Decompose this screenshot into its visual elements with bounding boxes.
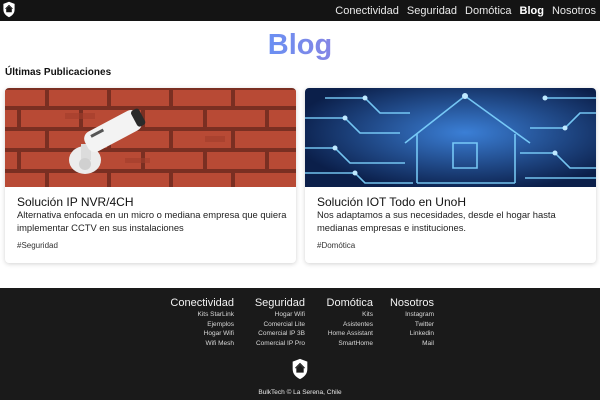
footer-link[interactable]: Ejemplos	[170, 320, 234, 330]
footer-heading: Domótica	[326, 297, 373, 309]
footer-column-nosotros: Nosotros Instagram Twitter Linkedin Mail	[390, 296, 434, 349]
footer-link[interactable]: Comercial IP 3B	[255, 329, 305, 339]
nav-conectividad[interactable]: Conectividad	[331, 5, 403, 17]
footer-column-conectividad: Conectividad Kits StarLink Ejemplos Hoga…	[170, 296, 234, 349]
footer-link[interactable]: Instagram	[390, 310, 434, 320]
footer-link[interactable]: Wifi Mesh	[170, 339, 234, 349]
footer-link[interactable]: Kits StarLink	[170, 310, 235, 320]
nav-seguridad[interactable]: Seguridad	[403, 5, 461, 17]
footer-link[interactable]: Hogar Wifi	[255, 310, 305, 320]
circuit-house-image	[305, 88, 596, 187]
shield-logo-icon[interactable]	[2, 1, 16, 18]
site-footer: Conectividad Kits StarLink Ejemplos Hoga…	[0, 288, 600, 400]
footer-link[interactable]: Hogar Wifi	[170, 329, 234, 339]
footer-column-seguridad: Seguridad Hogar Wifi Comercial Lite Come…	[255, 296, 305, 349]
footer-link[interactable]: Kits	[327, 310, 373, 320]
card-title[interactable]: Solución IP NVR/4CH	[17, 195, 134, 209]
nav-domotica[interactable]: Domótica	[461, 5, 515, 17]
copyright-text: BulkTech © La Serena, Chile	[258, 389, 342, 396]
footer-link[interactable]: Home Assistant	[327, 329, 373, 339]
card-description: Nos adaptamos a sus necesidades, desde e…	[317, 209, 556, 233]
footer-link[interactable]: Comercial Lite	[255, 320, 305, 330]
card-tag[interactable]: #Seguridad	[17, 241, 58, 250]
footer-link[interactable]: Mail	[390, 339, 434, 349]
main-nav: Conectividad Seguridad Domótica Blog Nos…	[331, 0, 600, 21]
shield-logo-icon[interactable]	[290, 358, 310, 380]
footer-link[interactable]: Asistentes	[327, 320, 373, 330]
footer-column-domotica: Domótica Kits Asistentes Home Assistant …	[327, 296, 373, 349]
footer-heading: Conectividad	[170, 297, 234, 309]
footer-link[interactable]: SmartHome	[327, 339, 373, 349]
footer-link[interactable]: Linkedin	[390, 329, 434, 339]
blog-card-iot[interactable]: Solución IOT Todo en UnoH Nos adaptamos …	[305, 88, 596, 263]
footer-link[interactable]: Twitter	[390, 320, 434, 330]
footer-heading: Nosotros	[389, 297, 434, 309]
card-title[interactable]: Solución IOT Todo en UnoH	[317, 195, 466, 209]
nav-nosotros[interactable]: Nosotros	[548, 5, 600, 17]
nav-blog[interactable]: Blog	[516, 5, 548, 17]
top-navbar: Conectividad Seguridad Domótica Blog Nos…	[0, 0, 600, 21]
page-title: Blog	[0, 28, 600, 62]
section-title: Últimas Publicaciones	[5, 67, 112, 78]
card-description: Alternativa enfocada en un micro o media…	[17, 209, 287, 233]
security-camera-image	[5, 88, 296, 187]
card-tag[interactable]: #Domótica	[317, 241, 355, 250]
footer-link[interactable]: Comercial IP Pro	[255, 339, 305, 349]
blog-card-nvr[interactable]: Solución IP NVR/4CH Alternativa enfocada…	[5, 88, 296, 263]
footer-heading: Seguridad	[254, 297, 305, 309]
